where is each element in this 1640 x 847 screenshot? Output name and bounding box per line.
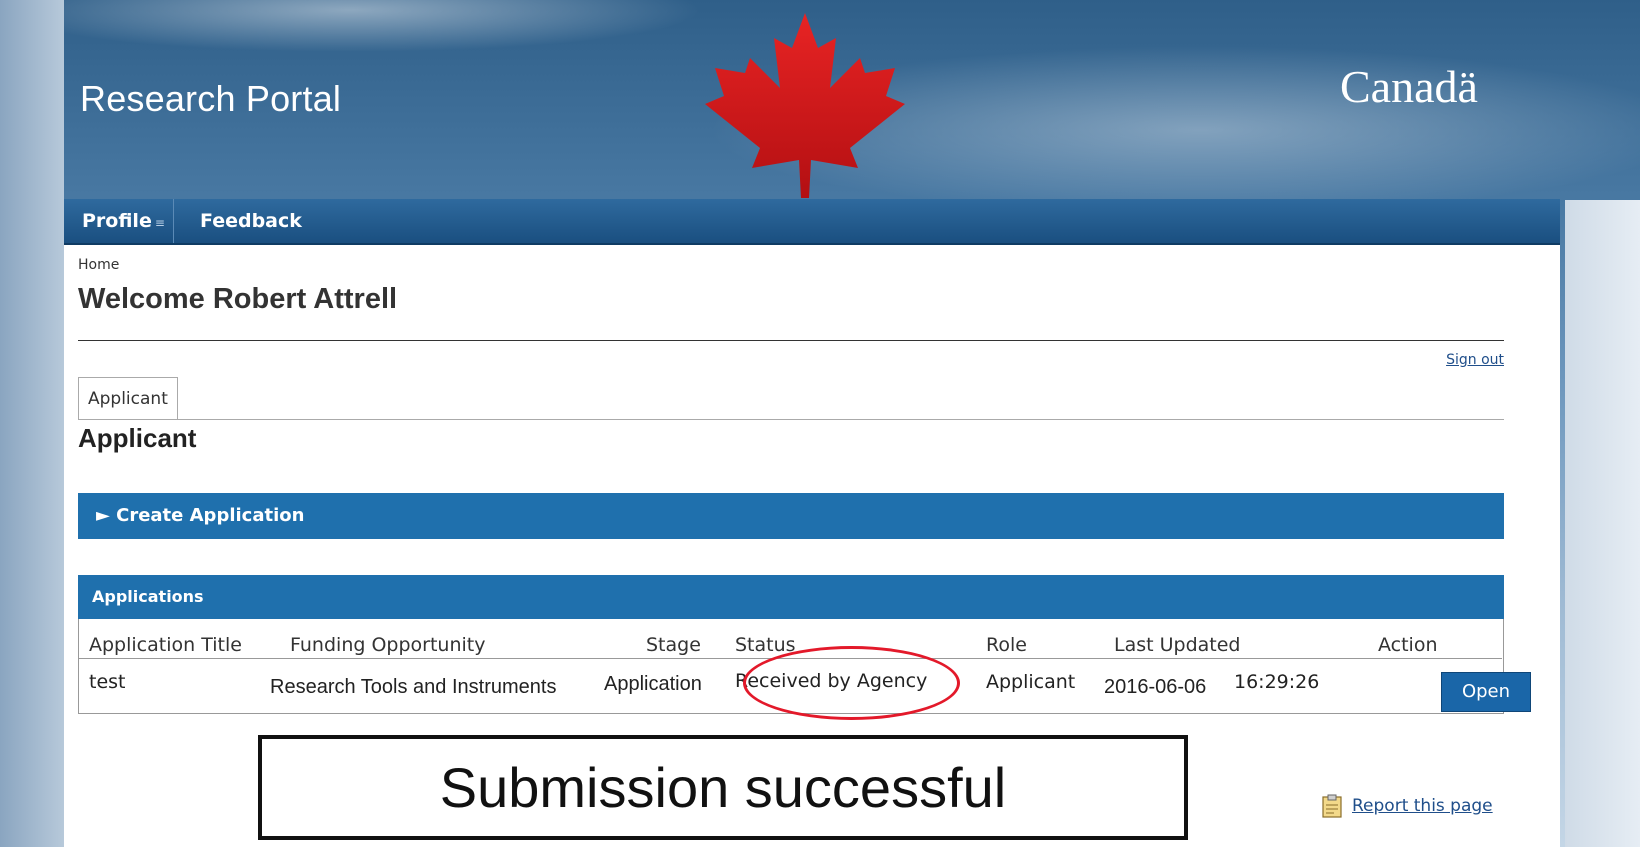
applications-header: Applications — [78, 575, 1504, 619]
row-stage: Application — [604, 673, 702, 695]
row-funding-opportunity: Research Tools and Instruments — [270, 676, 557, 698]
maple-leaf-icon — [705, 13, 905, 198]
tab-applicant[interactable]: Applicant — [78, 377, 178, 420]
submission-callout: Submission successful — [258, 735, 1188, 840]
nav-profile[interactable]: Profile ≡ — [82, 199, 174, 243]
main-nav: Profile ≡ Feedback — [64, 199, 1560, 245]
row-last-updated-time: 16:29:26 — [1234, 671, 1320, 693]
sign-out-link[interactable]: Sign out — [1446, 352, 1504, 368]
breadcrumb[interactable]: Home — [78, 257, 119, 273]
create-application-toggle[interactable]: ► Create Application — [78, 493, 1504, 539]
row-last-updated-date: 2016-06-06 — [1104, 676, 1207, 698]
nav-profile-label: Profile — [82, 210, 152, 232]
nav-feedback[interactable]: Feedback — [200, 199, 302, 243]
open-button[interactable]: Open — [1441, 672, 1531, 712]
column-header-title: Application Title — [89, 634, 242, 656]
dropdown-icon: ≡ — [154, 216, 165, 230]
clipboard-icon — [1322, 794, 1342, 818]
canada-wordmark: Canadä — [1340, 61, 1478, 112]
column-header-action: Action — [1378, 634, 1438, 656]
column-header-funding: Funding Opportunity — [290, 634, 486, 656]
column-header-role: Role — [986, 634, 1027, 656]
tab-divider — [78, 419, 1504, 420]
row-role: Applicant — [986, 671, 1076, 693]
status-highlight-circle — [743, 646, 960, 720]
title-divider — [78, 340, 1504, 341]
column-header-last-updated: Last Updated — [1114, 634, 1241, 656]
left-background-strip — [0, 0, 64, 847]
page-title: Welcome Robert Attrell — [78, 283, 398, 315]
report-page-link[interactable]: Report this page — [1352, 796, 1493, 816]
portal-title: Research Portal — [80, 78, 342, 119]
column-header-stage: Stage — [646, 634, 701, 656]
section-heading: Applicant — [78, 423, 197, 453]
row-title: test — [89, 671, 126, 693]
right-background-strip — [1565, 200, 1640, 847]
